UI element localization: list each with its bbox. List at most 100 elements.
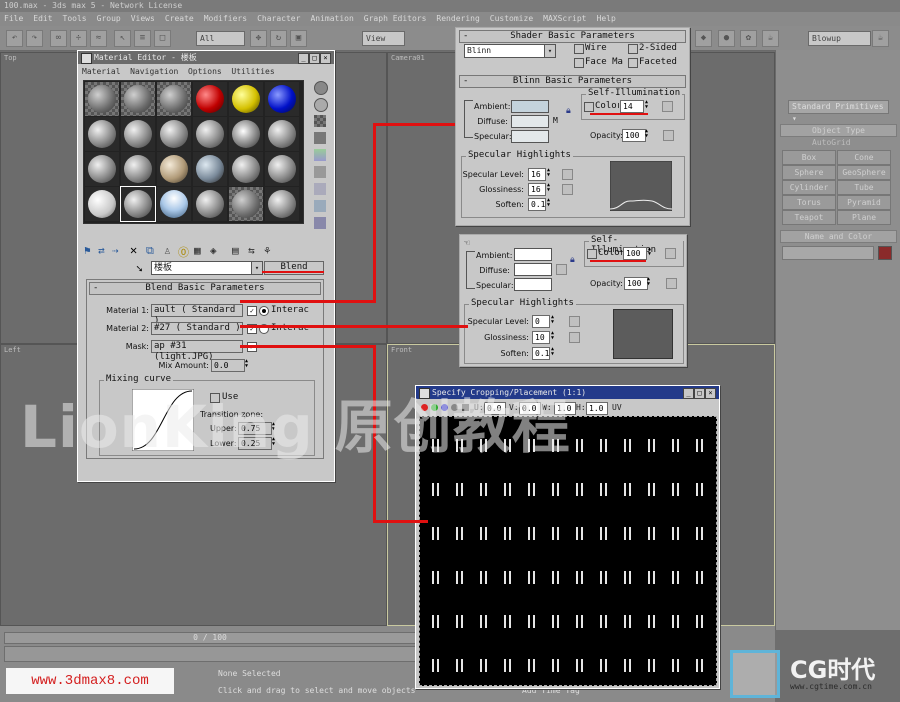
material-slot[interactable] xyxy=(121,117,155,151)
wire-checkbox[interactable] xyxy=(574,44,584,54)
material-slot[interactable] xyxy=(229,82,263,116)
material1-button[interactable]: ault ( Standard ) xyxy=(151,304,243,326)
lock-icon[interactable]: 🔒︎ xyxy=(570,255,575,265)
material-slot[interactable] xyxy=(85,187,119,221)
uv-toggle[interactable]: UV xyxy=(612,401,622,414)
shader-dropdown-icon[interactable]: ▾ xyxy=(544,45,555,57)
material-slot[interactable] xyxy=(265,82,299,116)
blend-rollout-header[interactable]: - Blend Basic Parameters xyxy=(89,282,321,295)
specular-level-spinner[interactable]: ▲ ▼ xyxy=(551,315,557,326)
undo-icon[interactable]: ↶ xyxy=(6,30,23,47)
material-slot[interactable] xyxy=(157,82,191,116)
soften-spinner[interactable]: ▲ ▼ xyxy=(547,198,553,209)
primitive-type-dropdown[interactable]: Standard Primitives ▾ xyxy=(788,100,889,123)
diffuse-map-button[interactable] xyxy=(556,264,567,275)
render-teapot-icon[interactable]: ☕ xyxy=(872,30,889,47)
time-slider[interactable]: 0 / 100 xyxy=(4,632,416,644)
viewport-left-label[interactable]: Left xyxy=(4,346,21,354)
menu-tools[interactable]: Tools xyxy=(63,14,87,23)
object-name-field[interactable] xyxy=(782,246,874,260)
menu-group[interactable]: Group xyxy=(97,14,121,23)
material-name-field[interactable]: 楼板 ▾ xyxy=(151,261,263,275)
sample-uv-tiling-icon[interactable] xyxy=(314,132,326,144)
glossiness-spinner[interactable]: ▲ ▼ xyxy=(547,183,553,194)
opacity-map-button[interactable] xyxy=(663,130,674,141)
material-slot[interactable] xyxy=(121,82,155,116)
specular-swatch[interactable] xyxy=(511,130,549,143)
move-icon[interactable]: ✥ xyxy=(250,30,267,47)
reset-map-icon[interactable]: ✕ xyxy=(130,243,137,257)
self-illum-field[interactable]: 14 xyxy=(620,100,644,113)
background-icon[interactable] xyxy=(314,115,326,127)
mask-button[interactable]: ap #31 (light.JPG) xyxy=(151,340,243,362)
menu-create[interactable]: Create xyxy=(165,14,194,23)
self-illum-color-checkbox[interactable] xyxy=(587,249,597,259)
specular-level-spinner[interactable]: ▲ ▼ xyxy=(547,168,553,179)
name-and-color-rollout[interactable]: Name and Color xyxy=(780,230,897,243)
interactive1-radio[interactable] xyxy=(259,306,269,316)
box-button[interactable]: Box xyxy=(782,150,836,165)
material-slot[interactable] xyxy=(157,152,191,186)
sample-type-icon[interactable] xyxy=(314,81,328,95)
faceted-checkbox[interactable] xyxy=(628,58,638,68)
render-last-icon[interactable]: ☕ xyxy=(762,30,779,47)
material-navigator-icon[interactable]: ⚘ xyxy=(264,244,271,257)
backlight-icon[interactable] xyxy=(314,98,328,112)
unlink-icon[interactable]: ÷ xyxy=(70,30,87,47)
menu-character[interactable]: Character xyxy=(257,14,300,23)
material2-button[interactable]: #27 ( Standard ) xyxy=(151,322,243,335)
make-preview-icon[interactable] xyxy=(314,166,326,178)
get-material-icon[interactable]: ⚑ xyxy=(84,244,91,257)
maximize-button[interactable]: □ xyxy=(694,388,705,399)
menu-edit[interactable]: Edit xyxy=(33,14,52,23)
assign-material-icon[interactable]: ⇢ xyxy=(112,244,119,257)
menu-modifiers[interactable]: Modifiers xyxy=(204,14,247,23)
menu-utilities[interactable]: Utilities xyxy=(231,67,274,76)
link-icon[interactable]: ∞ xyxy=(50,30,67,47)
material-slot[interactable] xyxy=(265,117,299,151)
lock-icon[interactable]: 🔒︎ xyxy=(566,106,571,116)
viewport-top-label[interactable]: Top xyxy=(4,54,17,62)
show-end-result-icon[interactable]: ◈ xyxy=(210,244,217,257)
redo-icon[interactable]: ↷ xyxy=(26,30,43,47)
self-illum-map-button[interactable] xyxy=(662,101,673,112)
specular-level-field[interactable]: 16 xyxy=(528,168,546,181)
rotate-icon[interactable]: ↻ xyxy=(270,30,287,47)
specular-level-field[interactable]: 0 xyxy=(532,315,550,328)
face-map-checkbox[interactable] xyxy=(574,58,584,68)
tube-button[interactable]: Tube xyxy=(837,180,891,195)
menu-help[interactable]: Help xyxy=(597,14,616,23)
material-slot[interactable] xyxy=(85,117,119,151)
select-object-icon[interactable]: ↖ xyxy=(114,30,131,47)
material-slot[interactable] xyxy=(193,117,227,151)
material-slot[interactable] xyxy=(229,152,263,186)
scale-icon[interactable]: ▣ xyxy=(290,30,307,47)
selection-filter-dropdown[interactable]: All xyxy=(196,31,245,46)
material-slot[interactable] xyxy=(265,152,299,186)
minimize-button[interactable]: _ xyxy=(298,53,309,64)
material-slot[interactable] xyxy=(265,187,299,221)
put-to-library-icon[interactable]: ♙ xyxy=(164,244,171,257)
opacity-spinner[interactable]: ▲ ▼ xyxy=(647,277,653,288)
opacity-spinner[interactable]: ▲ ▼ xyxy=(645,129,651,140)
render-scene-icon[interactable]: ◆ xyxy=(695,30,712,47)
reference-coord-dropdown[interactable]: View xyxy=(362,31,405,46)
ambient-swatch[interactable] xyxy=(511,100,549,113)
specular-level-map-button[interactable] xyxy=(562,169,573,180)
pyramid-button[interactable]: Pyramid xyxy=(837,195,891,210)
menu-graph-editors[interactable]: Graph Editors xyxy=(364,14,427,23)
diffuse-swatch[interactable] xyxy=(514,263,552,276)
cone-button[interactable]: Cone xyxy=(837,150,891,165)
video-color-check-icon[interactable] xyxy=(314,149,326,161)
object-type-rollout[interactable]: Object Type xyxy=(780,124,897,137)
specular-level-map-button[interactable] xyxy=(569,316,580,327)
mix-amount-spinner[interactable]: ▲ ▼ xyxy=(245,359,251,370)
glossiness-map-button[interactable] xyxy=(569,332,580,343)
diffuse-map-button[interactable]: M xyxy=(553,116,558,125)
soften-spinner[interactable]: ▲ ▼ xyxy=(551,347,557,358)
show-map-in-viewport-icon[interactable]: ▦ xyxy=(194,244,201,257)
bind-space-warp-icon[interactable]: ≈ xyxy=(90,30,107,47)
viewport-front-label[interactable]: Front xyxy=(391,346,412,354)
material-name-dropdown-icon[interactable]: ▾ xyxy=(251,262,262,274)
h-field[interactable]: 1.0 xyxy=(586,402,608,415)
